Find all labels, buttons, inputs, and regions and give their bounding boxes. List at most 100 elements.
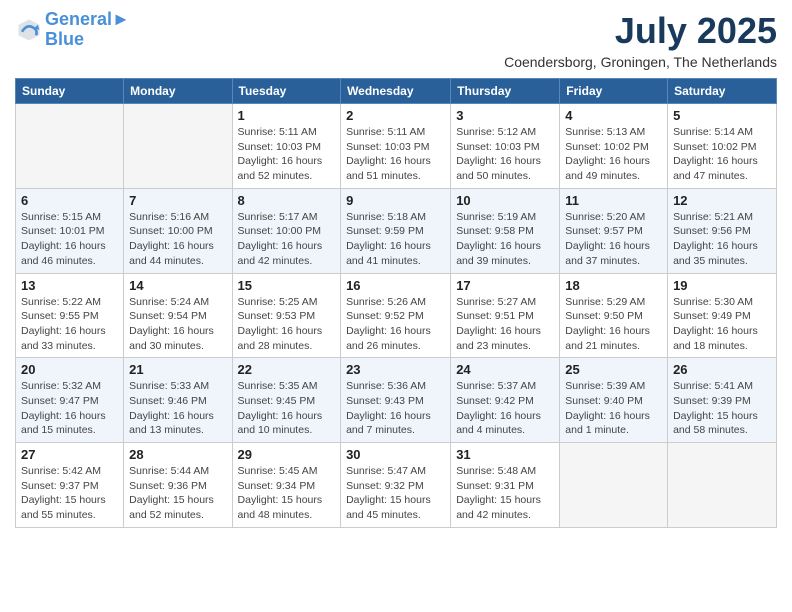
day-number: 27 [21, 447, 118, 462]
day-info: Sunrise: 5:27 AM Sunset: 9:51 PM Dayligh… [456, 295, 554, 354]
col-monday: Monday [124, 79, 232, 104]
day-number: 16 [346, 278, 445, 293]
calendar-container: General► Blue July 2025 Coendersborg, Gr… [0, 0, 792, 543]
day-number: 17 [456, 278, 554, 293]
col-sunday: Sunday [16, 79, 124, 104]
table-row: 8 Sunrise: 5:17 AM Sunset: 10:00 PM Dayli… [232, 188, 341, 273]
table-row: 16Sunrise: 5:26 AM Sunset: 9:52 PM Dayli… [341, 273, 451, 358]
day-info: Sunrise: 5:21 AM Sunset: 9:56 PM Dayligh… [673, 210, 771, 269]
day-info: Sunrise: 5:11 AM Sunset: 10:03 PM Daylig… [238, 125, 336, 184]
logo-line1: General [45, 9, 112, 29]
day-number: 23 [346, 362, 445, 377]
table-row: 24 Sunrise: 5:37 AM Sunset: 9:42 PM Dayli… [451, 358, 560, 443]
table-row: 13 Sunrise: 5:22 AM Sunset: 9:55 PM Dayli… [16, 273, 124, 358]
day-info: Sunrise: 5:29 AM Sunset: 9:50 PM Dayligh… [565, 295, 662, 354]
day-info: Sunrise: 5:17 AM Sunset: 10:00 PM Daylig… [238, 210, 336, 269]
month-title: July 2025 [615, 10, 777, 52]
table-row: 11 Sunrise: 5:20 AM Sunset: 9:57 PM Dayli… [560, 188, 668, 273]
day-info: Sunrise: 5:30 AM Sunset: 9:49 PM Dayligh… [673, 295, 771, 354]
table-row: 15 Sunrise: 5:25 AM Sunset: 9:53 PM Dayli… [232, 273, 341, 358]
table-row: 2 Sunrise: 5:11 AM Sunset: 10:03 PM Dayli… [341, 104, 451, 189]
day-number: 18 [565, 278, 662, 293]
calendar-week-row: 13 Sunrise: 5:22 AM Sunset: 9:55 PM Dayli… [16, 273, 777, 358]
day-number: 8 [238, 193, 336, 208]
table-row: 30 Sunrise: 5:47 AM Sunset: 9:32 PM Dayli… [341, 443, 451, 528]
day-number: 28 [129, 447, 226, 462]
day-info: Sunrise: 5:24 AM Sunset: 9:54 PM Dayligh… [129, 295, 226, 354]
table-row: 22Sunrise: 5:35 AM Sunset: 9:45 PM Dayli… [232, 358, 341, 443]
day-number: 11 [565, 193, 662, 208]
day-number: 12 [673, 193, 771, 208]
col-friday: Friday [560, 79, 668, 104]
day-number: 4 [565, 108, 662, 123]
table-row: 25Sunrise: 5:39 AM Sunset: 9:40 PM Dayli… [560, 358, 668, 443]
table-row: 23Sunrise: 5:36 AM Sunset: 9:43 PM Dayli… [341, 358, 451, 443]
day-number: 19 [673, 278, 771, 293]
header: General► Blue July 2025 [15, 10, 777, 52]
day-info: Sunrise: 5:35 AM Sunset: 9:45 PM Dayligh… [238, 379, 336, 438]
day-number: 6 [21, 193, 118, 208]
calendar-table: Sunday Monday Tuesday Wednesday Thursday… [15, 78, 777, 528]
day-number: 1 [238, 108, 336, 123]
col-wednesday: Wednesday [341, 79, 451, 104]
day-info: Sunrise: 5:19 AM Sunset: 9:58 PM Dayligh… [456, 210, 554, 269]
day-info: Sunrise: 5:14 AM Sunset: 10:02 PM Daylig… [673, 125, 771, 184]
day-info: Sunrise: 5:41 AM Sunset: 9:39 PM Dayligh… [673, 379, 771, 438]
col-saturday: Saturday [668, 79, 777, 104]
table-row: 7Sunrise: 5:16 AM Sunset: 10:00 PM Dayli… [124, 188, 232, 273]
calendar-header-row: Sunday Monday Tuesday Wednesday Thursday… [16, 79, 777, 104]
table-row: 6Sunrise: 5:15 AM Sunset: 10:01 PM Dayli… [16, 188, 124, 273]
day-info: Sunrise: 5:47 AM Sunset: 9:32 PM Dayligh… [346, 464, 445, 523]
day-number: 13 [21, 278, 118, 293]
day-info: Sunrise: 5:48 AM Sunset: 9:31 PM Dayligh… [456, 464, 554, 523]
day-number: 3 [456, 108, 554, 123]
day-number: 15 [238, 278, 336, 293]
day-info: Sunrise: 5:37 AM Sunset: 9:42 PM Dayligh… [456, 379, 554, 438]
table-row: 31 Sunrise: 5:48 AM Sunset: 9:31 PM Dayli… [451, 443, 560, 528]
table-row: 27Sunrise: 5:42 AM Sunset: 9:37 PM Dayli… [16, 443, 124, 528]
col-thursday: Thursday [451, 79, 560, 104]
day-number: 7 [129, 193, 226, 208]
day-number: 26 [673, 362, 771, 377]
day-number: 2 [346, 108, 445, 123]
table-row: 28 Sunrise: 5:44 AM Sunset: 9:36 PM Dayli… [124, 443, 232, 528]
day-number: 24 [456, 362, 554, 377]
logo-icon [15, 16, 43, 44]
table-row [16, 104, 124, 189]
day-info: Sunrise: 5:25 AM Sunset: 9:53 PM Dayligh… [238, 295, 336, 354]
day-number: 10 [456, 193, 554, 208]
table-row: 4Sunrise: 5:13 AM Sunset: 10:02 PM Dayli… [560, 104, 668, 189]
day-number: 30 [346, 447, 445, 462]
day-number: 29 [238, 447, 336, 462]
table-row: 10 Sunrise: 5:19 AM Sunset: 9:58 PM Dayli… [451, 188, 560, 273]
logo-line2: Blue [45, 30, 130, 50]
table-row: 12 Sunrise: 5:21 AM Sunset: 9:56 PM Dayli… [668, 188, 777, 273]
calendar-week-row: 6Sunrise: 5:15 AM Sunset: 10:01 PM Dayli… [16, 188, 777, 273]
table-row: 3 Sunrise: 5:12 AM Sunset: 10:03 PM Dayli… [451, 104, 560, 189]
day-number: 14 [129, 278, 226, 293]
day-number: 21 [129, 362, 226, 377]
table-row: 26 Sunrise: 5:41 AM Sunset: 9:39 PM Dayli… [668, 358, 777, 443]
table-row: 19 Sunrise: 5:30 AM Sunset: 9:49 PM Dayli… [668, 273, 777, 358]
col-tuesday: Tuesday [232, 79, 341, 104]
day-info: Sunrise: 5:22 AM Sunset: 9:55 PM Dayligh… [21, 295, 118, 354]
table-row [668, 443, 777, 528]
day-info: Sunrise: 5:39 AM Sunset: 9:40 PM Dayligh… [565, 379, 662, 438]
logo-accent: ► [112, 9, 130, 29]
day-info: Sunrise: 5:44 AM Sunset: 9:36 PM Dayligh… [129, 464, 226, 523]
logo-text: General► Blue [45, 10, 130, 50]
day-number: 5 [673, 108, 771, 123]
table-row: 5 Sunrise: 5:14 AM Sunset: 10:02 PM Dayli… [668, 104, 777, 189]
table-row: 18 Sunrise: 5:29 AM Sunset: 9:50 PM Dayli… [560, 273, 668, 358]
table-row: 29Sunrise: 5:45 AM Sunset: 9:34 PM Dayli… [232, 443, 341, 528]
table-row: 1 Sunrise: 5:11 AM Sunset: 10:03 PM Dayli… [232, 104, 341, 189]
day-info: Sunrise: 5:32 AM Sunset: 9:47 PM Dayligh… [21, 379, 118, 438]
day-number: 31 [456, 447, 554, 462]
day-info: Sunrise: 5:20 AM Sunset: 9:57 PM Dayligh… [565, 210, 662, 269]
calendar-week-row: 27Sunrise: 5:42 AM Sunset: 9:37 PM Dayli… [16, 443, 777, 528]
calendar-week-row: 20 Sunrise: 5:32 AM Sunset: 9:47 PM Dayli… [16, 358, 777, 443]
day-number: 20 [21, 362, 118, 377]
table-row: 14 Sunrise: 5:24 AM Sunset: 9:54 PM Dayli… [124, 273, 232, 358]
day-info: Sunrise: 5:11 AM Sunset: 10:03 PM Daylig… [346, 125, 445, 184]
day-info: Sunrise: 5:12 AM Sunset: 10:03 PM Daylig… [456, 125, 554, 184]
